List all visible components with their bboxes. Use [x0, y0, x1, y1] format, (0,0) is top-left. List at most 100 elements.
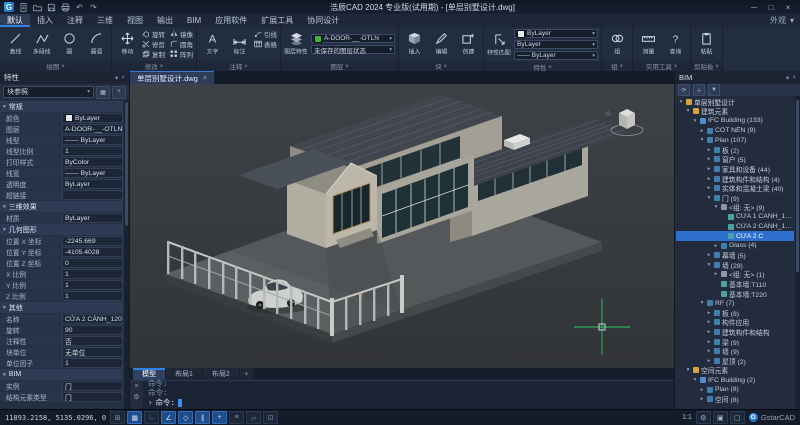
expander-icon[interactable]: ▾	[706, 262, 712, 268]
cycling-toggle[interactable]: ⊡	[263, 411, 278, 424]
expander-icon[interactable]: ▸	[713, 271, 719, 277]
ribbon-group-label[interactable]: 剪贴板▾	[691, 61, 722, 71]
new-file-button[interactable]	[18, 2, 29, 13]
expander-icon[interactable]: ▾	[678, 99, 684, 105]
prop-section-4[interactable]: ▾BIM	[0, 369, 123, 380]
tree-item[interactable]: ▸CỐT NỀN (9)	[676, 126, 794, 136]
tool-table-button[interactable]: 表格	[254, 40, 277, 49]
property-value[interactable]: 否	[62, 336, 123, 346]
tree-item[interactable]: ▾单层别墅设计	[676, 97, 794, 107]
prop-section-3[interactable]: ▾其他	[0, 302, 123, 313]
ribbon-group-label[interactable]: 绘图▾	[0, 61, 111, 71]
lineweight-toggle[interactable]: ≡	[229, 411, 244, 424]
tree-item[interactable]: ▸Plan (8)	[676, 385, 794, 395]
pin-icon[interactable]: ▾	[786, 74, 789, 82]
expander-icon[interactable]: ▾	[713, 204, 719, 210]
expander-icon[interactable]: ▸	[713, 243, 719, 249]
tree-item[interactable]: 基本墙:T220	[676, 289, 794, 299]
property-value[interactable]: 0	[62, 258, 123, 268]
home-icon[interactable]: ⌂	[606, 110, 610, 117]
ribbon-tab-默认[interactable]: 默认	[0, 14, 30, 27]
expander-icon[interactable]: ▸	[706, 185, 712, 191]
expander-icon[interactable]: ▸	[706, 358, 712, 364]
ribbon-dropdown[interactable]: ByLayer▾	[514, 29, 598, 38]
ribbon-group-label[interactable]: 图层▾	[281, 61, 398, 71]
scrollbar[interactable]	[795, 96, 800, 409]
tool-pline-button[interactable]: 多段线	[30, 29, 54, 59]
expander-icon[interactable]: ▾	[685, 108, 691, 114]
property-value[interactable]: 1	[62, 358, 123, 368]
expander-icon[interactable]: ▸	[706, 348, 712, 354]
ribbon-group-label[interactable]: 修改▾	[112, 61, 196, 71]
fullscreen-icon[interactable]: ▢	[730, 411, 745, 424]
command-input[interactable]: ›命令:	[148, 397, 669, 408]
close-icon[interactable]: ×	[203, 75, 207, 82]
expander-icon[interactable]: ▸	[706, 166, 712, 172]
tool-query-button[interactable]: ?查询	[663, 29, 687, 59]
tree-item[interactable]: ▸幕墙 (5)	[676, 251, 794, 261]
tree-item[interactable]: CỬA 2 CÁNH_120…	[676, 222, 794, 232]
tool-measure-button[interactable]: 测量	[636, 29, 660, 59]
tool-mirror-button[interactable]: 镜像	[170, 30, 193, 39]
filter-icon[interactable]: ▼	[708, 84, 720, 96]
tree-item[interactable]: ▾墙 (29)	[676, 260, 794, 270]
tree-item[interactable]: ▾RF (7)	[676, 298, 794, 308]
tree-item[interactable]: ▸实体和混凝土梁 (40)	[676, 183, 794, 193]
ribbon-tab-视图[interactable]: 视图	[120, 14, 150, 27]
property-value[interactable]: —— ByLayer	[62, 168, 123, 178]
ribbon-dropdown[interactable]: ByLayer▾	[514, 40, 598, 49]
tool-line-button[interactable]: 直线	[3, 29, 27, 59]
property-value[interactable]: -4105.4028	[62, 247, 123, 257]
tree-item[interactable]: ▸建筑构件和结构	[676, 327, 794, 337]
ribbon-tab-BIM[interactable]: BIM	[180, 14, 208, 27]
prop-section-1[interactable]: ▾三维效果	[0, 201, 123, 212]
expander-icon[interactable]: ▸	[699, 387, 705, 393]
command-window[interactable]: × ⚙ 命令:命令:›命令:	[130, 380, 674, 409]
expander-icon[interactable]: ▾	[685, 367, 691, 373]
property-value[interactable]: ByLayer	[62, 179, 123, 189]
tree-item[interactable]: ▸空间 (8)	[676, 394, 794, 404]
tool-paste-button[interactable]: 粘贴	[694, 29, 718, 59]
app-logo-icon[interactable]: G	[4, 2, 14, 12]
transparency-toggle[interactable]: ▱	[246, 411, 261, 424]
snap-toggle[interactable]: ⊞	[110, 411, 125, 424]
expander-icon[interactable]: ▸	[706, 156, 712, 162]
redo-button[interactable]: ↷	[88, 2, 99, 13]
tree-item[interactable]: ▾空间元素	[676, 366, 794, 376]
ribbon-tab-协同设计[interactable]: 协同设计	[300, 14, 346, 27]
tool-array-button[interactable]: 阵列	[170, 50, 193, 59]
save-file-button[interactable]	[46, 2, 57, 13]
tool-dim-button[interactable]: 标注	[227, 29, 251, 59]
ortho-toggle[interactable]: ∟	[144, 411, 159, 424]
tool-text-button[interactable]: A文字	[200, 29, 224, 59]
ribbon-group-label[interactable]: 实用工具▾	[633, 61, 690, 71]
close-button[interactable]: ×	[780, 1, 796, 13]
property-value[interactable]: 1	[62, 280, 123, 290]
dyn-input-toggle[interactable]: +	[212, 411, 227, 424]
tree-item[interactable]: ▸板 (2)	[676, 145, 794, 155]
expander-icon[interactable]: ▾	[692, 377, 698, 383]
tree-item[interactable]: ▸建筑构件和结构 (4)	[676, 174, 794, 184]
tree-item[interactable]: ▸窗户 (5)	[676, 155, 794, 165]
tree-item[interactable]: ▸梁 (9)	[676, 337, 794, 347]
tree-item[interactable]: ▾<组: 无> (9)	[676, 203, 794, 213]
gear-icon[interactable]: ⚙	[133, 393, 139, 401]
workspace-icon[interactable]: ⚙	[696, 411, 711, 424]
ribbon-group-label[interactable]: 块▾	[399, 61, 483, 71]
expander-icon[interactable]: ▸	[706, 319, 712, 325]
print-button[interactable]	[60, 2, 71, 13]
tool-fillet-button[interactable]: 圆角	[170, 40, 193, 49]
tree-item[interactable]: ▾IFC Building (2)	[676, 375, 794, 385]
ribbon-tab-扩展工具[interactable]: 扩展工具	[254, 14, 300, 27]
polar-toggle[interactable]: ∠	[161, 411, 176, 424]
maximize-button[interactable]: □	[763, 1, 779, 13]
tree-item[interactable]: ▾门 (9)	[676, 193, 794, 203]
expander-icon[interactable]: ▾	[699, 137, 705, 143]
property-value[interactable]: CỬA 2 CÁNH_120…	[62, 314, 123, 324]
ribbon-tab-插入[interactable]: 插入	[30, 14, 60, 27]
tool-edit-button[interactable]: 编辑	[429, 29, 453, 59]
tree-item[interactable]: CỬA 1 CÁNH_100…	[676, 212, 794, 222]
object-type-select[interactable]: 块参照 ▾	[3, 86, 94, 98]
ribbon-tab-应用软件[interactable]: 应用软件	[208, 14, 254, 27]
property-value[interactable]: ByLayer	[62, 213, 123, 223]
